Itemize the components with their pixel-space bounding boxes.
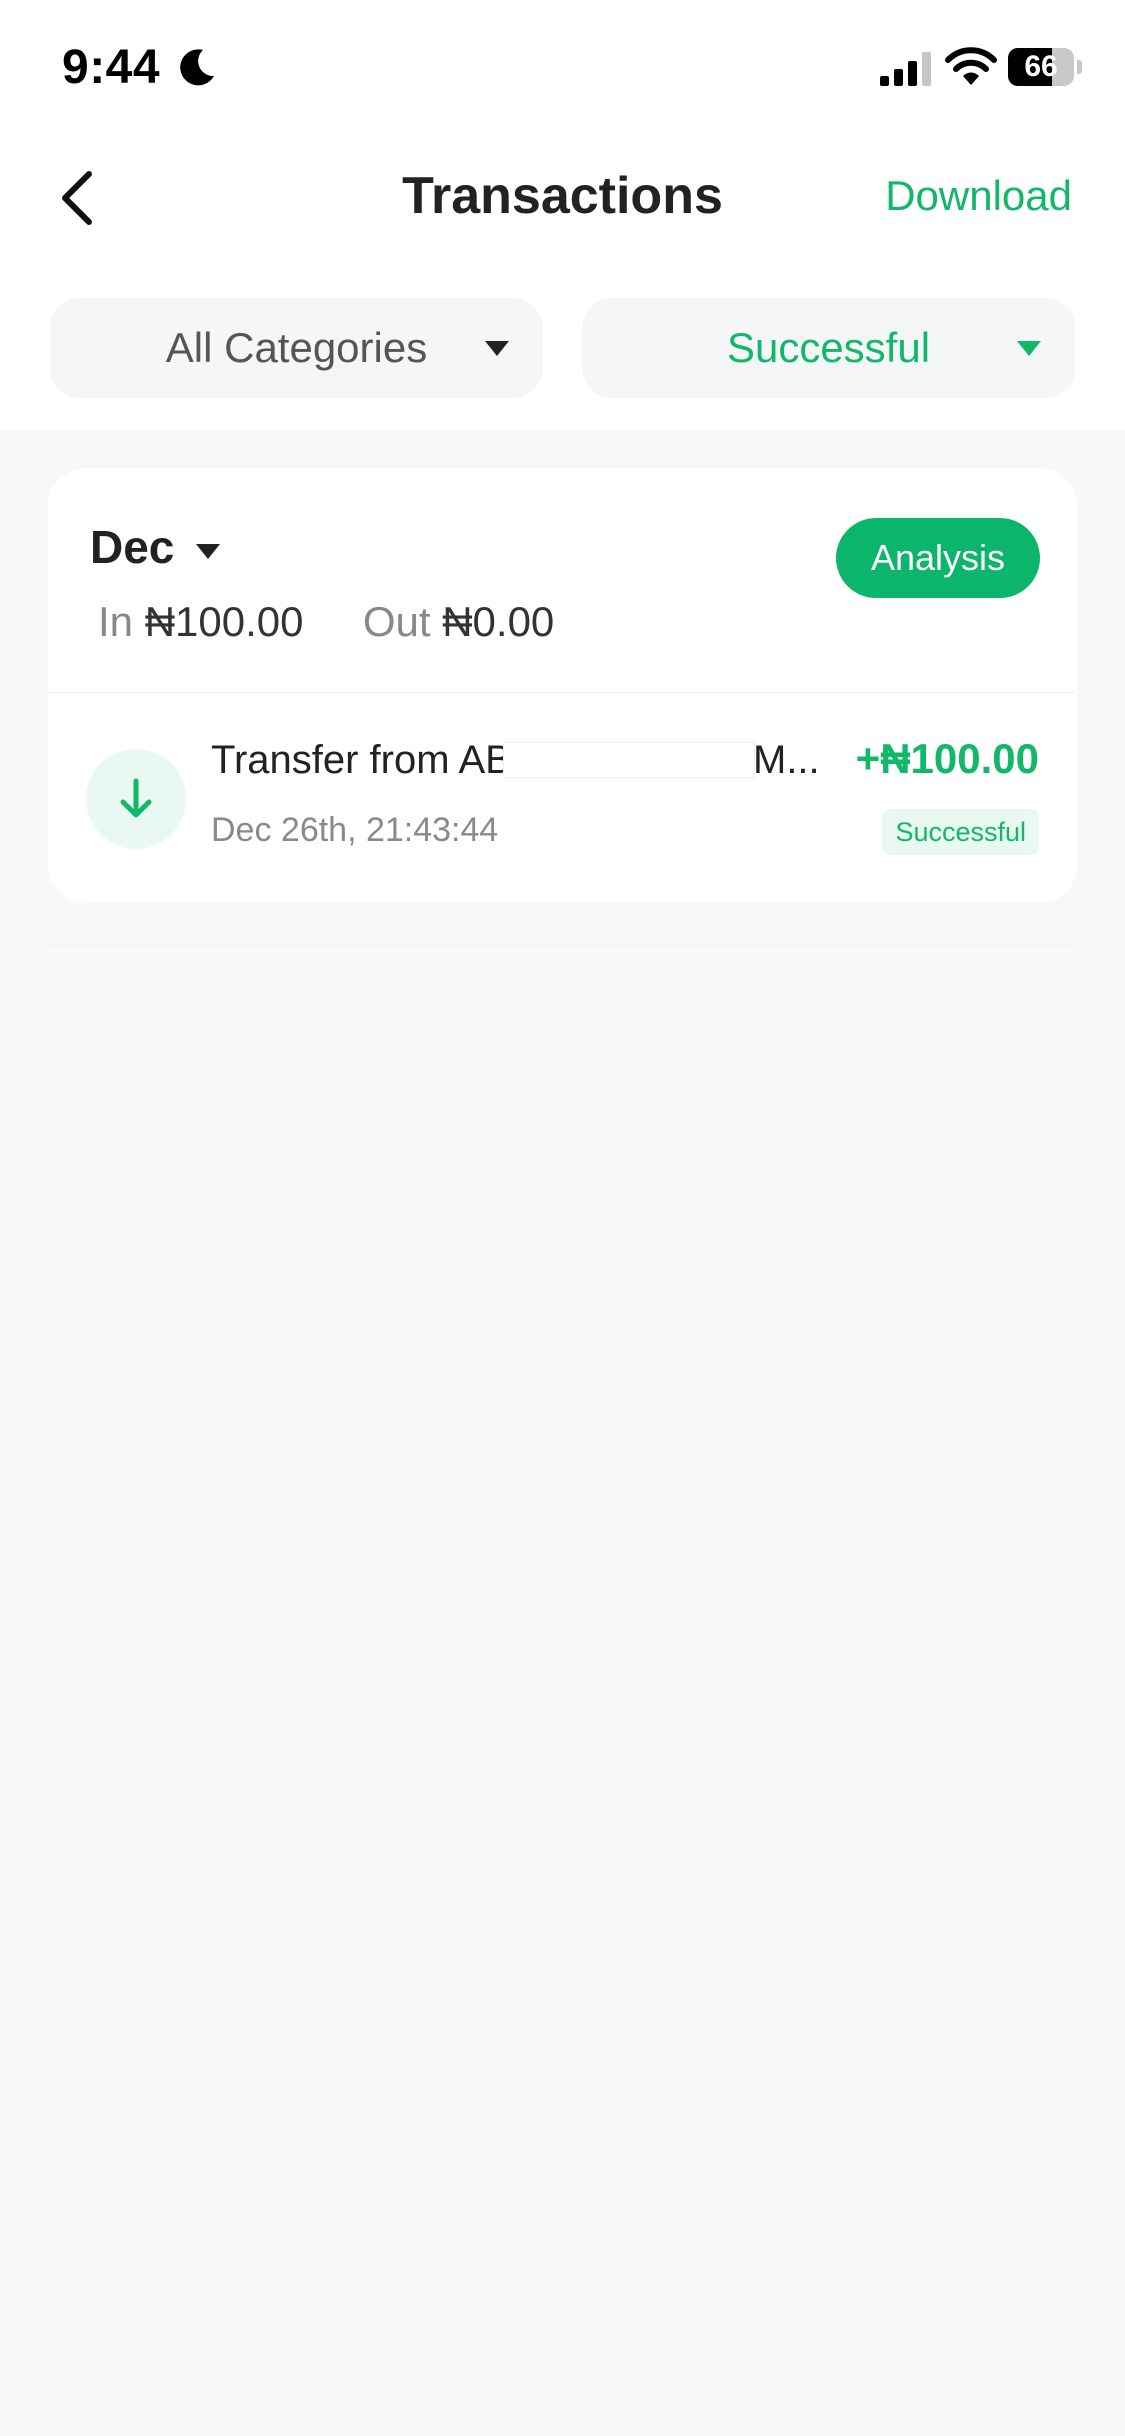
- in-value: ₦100.00: [144, 598, 304, 645]
- category-filter-dropdown[interactable]: All Categories: [50, 298, 543, 398]
- battery-percent: 66: [1024, 50, 1058, 83]
- caret-down-icon[interactable]: [196, 544, 220, 559]
- category-filter-label: All Categories: [165, 324, 428, 371]
- list-end-divider: [48, 945, 1077, 946]
- transaction-title-end: M...: [753, 738, 820, 782]
- download-button[interactable]: Download: [885, 172, 1072, 220]
- battery-body: 66: [1008, 48, 1074, 86]
- transaction-date: Dec 26th, 21:43:44: [211, 811, 499, 849]
- transactions-card: Dec In ₦100.00 Out ₦0.00 Analysis Transf…: [48, 468, 1077, 903]
- redacted-name: [503, 742, 755, 778]
- transaction-title: Transfer from AB: [211, 738, 512, 782]
- battery-indicator: 66: [1008, 48, 1082, 86]
- out-label: Out: [362, 598, 431, 645]
- in-label: In: [98, 598, 134, 645]
- status-filter-dropdown[interactable]: Successful: [582, 298, 1075, 398]
- incoming-transfer-icon: [86, 749, 186, 849]
- out-value: ₦0.00: [442, 598, 555, 645]
- analysis-button[interactable]: Analysis: [836, 518, 1040, 598]
- caret-down-icon: [1017, 341, 1041, 356]
- status-time: 9:44: [62, 41, 161, 94]
- cellular-signal-icon: [880, 52, 931, 86]
- status-filter-label: Successful: [726, 324, 931, 371]
- battery-cap: [1077, 60, 1082, 74]
- status-badge: Successful: [882, 809, 1039, 855]
- status-bar: 9:44 66: [0, 0, 1125, 140]
- wifi-icon: [945, 47, 997, 85]
- transaction-row[interactable]: Transfer from AB M... Dec 26th, 21:43:44…: [48, 693, 1077, 903]
- moon-icon: [180, 49, 214, 86]
- month-summary: In ₦100.00 Out ₦0.00: [98, 598, 554, 646]
- month-selector[interactable]: Dec: [90, 520, 174, 574]
- caret-down-icon: [485, 341, 509, 356]
- arrow-down-icon: [120, 778, 152, 818]
- transaction-amount: +₦100.00: [855, 735, 1039, 782]
